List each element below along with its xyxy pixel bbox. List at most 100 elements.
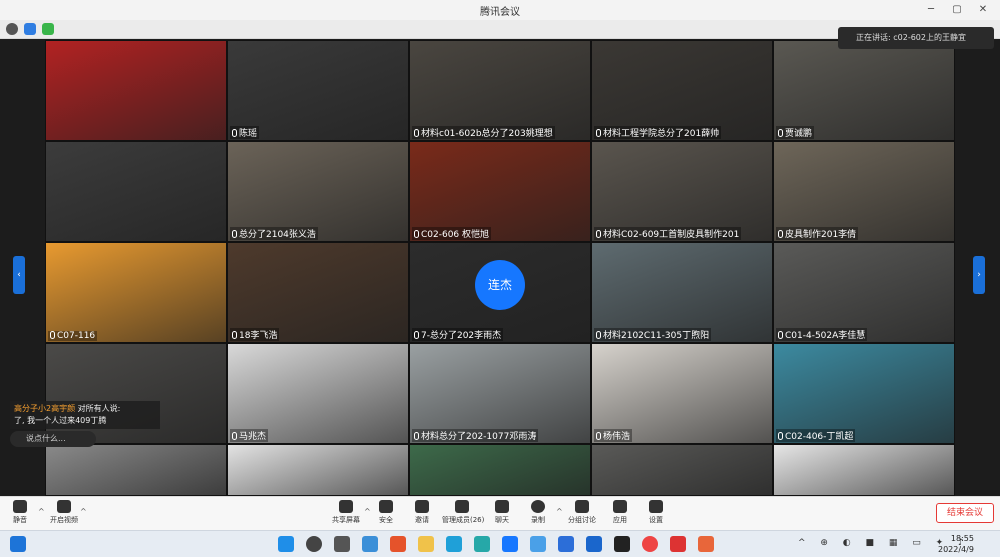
chat-sender: 高分子小2高宇颜 <box>14 404 76 413</box>
end-meeting-button[interactable]: 结束会议 <box>936 503 994 523</box>
app-icon[interactable] <box>586 536 602 552</box>
participant-tile[interactable]: C01-4-502A李佳慧 <box>773 242 955 343</box>
gear-icon <box>649 500 663 513</box>
apps-icon <box>613 500 627 513</box>
prev-page-button[interactable]: ‹ <box>13 256 25 294</box>
video-grid: 陈瑶 材料c01-602b总分了203姚理想 材料工程学院总分了201薛帅 贾诚鹏总分… <box>45 40 955 496</box>
participant-tile[interactable]: 材料C02-609工首制皮具制作201 <box>591 141 773 242</box>
participant-tile[interactable]: 皮具制作201李倩 <box>773 141 955 242</box>
microphone-icon <box>596 230 601 238</box>
participant-tile[interactable]: 材料工程学院总分了201薛帅 <box>591 40 773 141</box>
participant-name: C02-606 权恺旭 <box>412 227 492 240</box>
group-icon <box>575 500 589 513</box>
participant-name: C01-4-502A李佳慧 <box>776 328 868 341</box>
microphone-icon <box>414 432 419 440</box>
start-icon[interactable] <box>278 536 294 552</box>
participant-tile[interactable] <box>409 444 591 496</box>
participant-tile[interactable] <box>227 444 409 496</box>
minimize-icon[interactable]: ─ <box>920 2 942 18</box>
microphone-icon <box>778 432 783 440</box>
participant-tile[interactable] <box>591 444 773 496</box>
participant-tile[interactable]: 总分了2104张义浩 <box>227 141 409 242</box>
microphone-icon <box>414 129 419 137</box>
app-icon[interactable] <box>390 536 406 552</box>
chat-button[interactable]: 聊天 <box>482 500 522 530</box>
participant-name: 材料c01-602b总分了203姚理想 <box>412 126 555 139</box>
next-page-button[interactable]: › <box>973 256 985 294</box>
participant-tile[interactable] <box>45 444 227 496</box>
manage-members-button[interactable]: 管理成员(26) <box>442 500 484 530</box>
chat-input[interactable]: 说点什么... <box>10 431 96 447</box>
desktop-icon[interactable] <box>10 536 26 552</box>
settings-button[interactable]: 设置 <box>636 500 676 530</box>
participant-tile[interactable]: C02-606 权恺旭 <box>409 141 591 242</box>
clock[interactable]: 18:55 2022/4/9 <box>938 533 974 555</box>
participant-tile[interactable] <box>45 40 227 141</box>
task-view-icon[interactable] <box>334 536 350 552</box>
app-icon[interactable] <box>530 536 546 552</box>
meeting-toolbar: 静音 ^ 开启视频 ^ 共享屏幕 ^ 安全 邀请 管理成员(26) 聊天 录制 … <box>0 496 1000 530</box>
app-icon[interactable] <box>474 536 490 552</box>
participant-tile[interactable]: 材料2102C11-305丁煦阳 <box>591 242 773 343</box>
chevron-up-icon[interactable]: ^ <box>80 507 87 516</box>
participant-name: 7-总分了202李雨杰 <box>412 328 504 341</box>
participant-name: 杨伟浩 <box>594 429 633 442</box>
speaking-notification: 正在讲话: c02-602上的王静宜 <box>838 27 994 49</box>
participant-tile[interactable]: C07-116 <box>45 242 227 343</box>
invite-button[interactable]: 邀请 <box>402 500 442 530</box>
participant-tile[interactable]: 材料c01-602b总分了203姚理想 <box>409 40 591 141</box>
participant-name: 18李飞浩 <box>230 328 280 341</box>
participant-tile[interactable]: 连杰 7-总分了202李雨杰 <box>409 242 591 343</box>
chrome-icon[interactable] <box>642 536 658 552</box>
participant-name: 材料C02-609工首制皮具制作201 <box>594 227 742 240</box>
participant-name: C07-116 <box>48 331 98 341</box>
participant-tile[interactable] <box>45 141 227 242</box>
folder-icon[interactable] <box>418 536 434 552</box>
participant-tile[interactable] <box>773 444 955 496</box>
apps-button[interactable]: 应用 <box>600 500 640 530</box>
participant-tile[interactable]: C02-406-丁凯超 <box>773 343 955 444</box>
participant-name: 材料总分了202-1077邓雨涛 <box>412 429 539 442</box>
chat-bubble: 高分子小2高宇颜 对所有人说: 了, 我一个人过来409丁腾 <box>10 401 160 429</box>
maximize-icon[interactable]: ▢ <box>946 2 968 18</box>
members-icon <box>455 500 469 513</box>
record-button[interactable]: 录制 <box>518 500 558 530</box>
mute-button[interactable]: 静音 <box>0 500 40 530</box>
share-screen-button[interactable]: 共享屏幕 <box>326 500 366 530</box>
chat-recipient: 对所有人说: <box>77 404 121 413</box>
microphone-icon <box>50 331 55 339</box>
add-user-icon <box>415 500 429 513</box>
participant-tile[interactable]: 陈瑶 <box>227 40 409 141</box>
edge-icon[interactable] <box>446 536 462 552</box>
microphone-icon <box>232 129 237 137</box>
participant-tile[interactable]: 贾诚鹏 <box>773 40 955 141</box>
breakout-button[interactable]: 分组讨论 <box>562 500 602 530</box>
microphone-icon <box>232 432 237 440</box>
microphone-icon <box>414 230 419 238</box>
info-icon[interactable] <box>6 23 18 35</box>
microphone-icon <box>596 331 601 339</box>
shield-icon[interactable] <box>24 23 36 35</box>
record-icon <box>531 500 545 513</box>
tencent-meeting-icon[interactable] <box>502 536 518 552</box>
participant-name: 马兆杰 <box>230 429 269 442</box>
participant-tile[interactable]: 杨伟浩 <box>591 343 773 444</box>
window-title: 腾讯会议 <box>480 7 520 18</box>
qq-icon[interactable] <box>614 536 630 552</box>
microphone-icon <box>232 331 237 339</box>
security-button[interactable]: 安全 <box>366 500 406 530</box>
mail-icon[interactable] <box>558 536 574 552</box>
participant-tile[interactable]: 18李飞浩 <box>227 242 409 343</box>
search-icon[interactable] <box>306 536 322 552</box>
signal-icon[interactable] <box>42 23 54 35</box>
participant-tile[interactable]: 马兆杰 <box>227 343 409 444</box>
close-icon[interactable]: ✕ <box>972 2 994 18</box>
shield-icon <box>379 500 393 513</box>
app-icon[interactable] <box>698 536 714 552</box>
participant-tile[interactable]: 材料总分了202-1077邓雨涛 <box>409 343 591 444</box>
participant-name: 陈瑶 <box>230 126 260 139</box>
video-button[interactable]: 开启视频 <box>44 500 84 530</box>
app-icon[interactable] <box>362 536 378 552</box>
microphone-icon <box>414 331 419 339</box>
wps-icon[interactable] <box>670 536 686 552</box>
